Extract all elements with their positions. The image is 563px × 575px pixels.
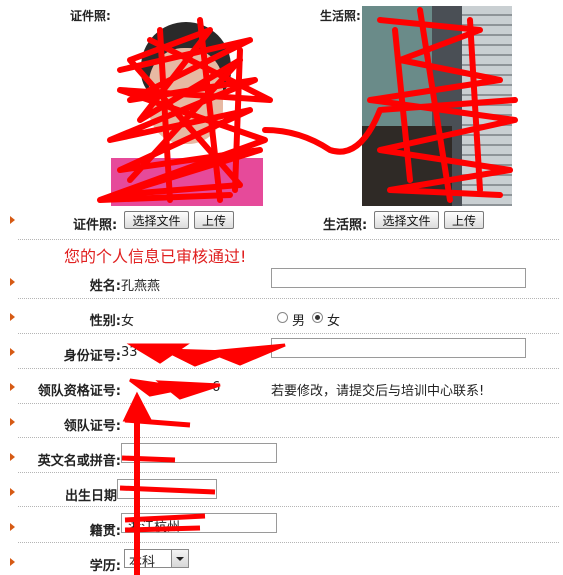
row-arrow <box>10 216 15 224</box>
id-upload-label: 证件照: <box>73 218 118 233</box>
chevron-down-icon[interactable] <box>171 550 188 567</box>
leader-cert-value: 6 <box>212 380 221 395</box>
english-name-label: 英文名或拼音: <box>37 454 121 469</box>
education-value: 本科 <box>129 555 156 570</box>
life-photo-label: 生活照: <box>320 9 361 23</box>
education-select[interactable]: 本科 <box>124 549 189 570</box>
status-message: 您的个人信息已审核通过! <box>64 247 247 266</box>
divider <box>18 542 559 543</box>
divider <box>18 437 559 438</box>
birth-date-input[interactable] <box>117 479 217 499</box>
life-upload-label: 生活照: <box>323 218 368 233</box>
leader-cert-label: 领队资格证号: <box>37 384 121 399</box>
contact-note: 若要修改，请提交后与培训中心联系! <box>271 384 485 399</box>
gender-male-label: 男 <box>292 314 306 329</box>
divider <box>18 368 559 369</box>
divider <box>18 333 559 334</box>
birth-date-label: 出生日期 <box>64 489 117 504</box>
gender-female-radio[interactable] <box>312 312 323 323</box>
name-label: 姓名: <box>89 279 121 294</box>
native-place-input[interactable]: 浙江杭州 <box>121 513 277 535</box>
native-place-label: 籍贯: <box>89 524 121 539</box>
id-number-value: 33 <box>121 345 138 360</box>
divider <box>18 472 559 473</box>
id-number-label: 身份证号: <box>63 349 121 364</box>
id-upload-button[interactable]: 上传 <box>194 211 234 229</box>
gender-label: 性别: <box>89 314 121 329</box>
divider <box>18 239 559 240</box>
education-label: 学历: <box>89 559 121 574</box>
id-choose-file-button[interactable]: 选择文件 <box>124 211 189 229</box>
life-photo <box>362 6 512 206</box>
gender-female-label: 女 <box>327 314 341 329</box>
divider <box>18 298 559 299</box>
english-name-input[interactable] <box>121 443 277 463</box>
leader-no-label: 领队证号: <box>63 419 121 434</box>
id-number-input[interactable] <box>271 338 526 358</box>
name-value: 孔燕燕 <box>121 279 161 294</box>
life-upload-button[interactable]: 上传 <box>444 211 484 229</box>
life-choose-file-button[interactable]: 选择文件 <box>374 211 439 229</box>
divider <box>18 506 559 507</box>
divider <box>18 403 559 404</box>
gender-value: 女 <box>121 314 135 329</box>
name-input[interactable] <box>271 268 526 288</box>
id-photo <box>111 18 263 206</box>
native-place-value: 浙江杭州 <box>128 520 181 535</box>
gender-male-radio[interactable] <box>277 312 288 323</box>
id-photo-label: 证件照: <box>70 9 111 23</box>
